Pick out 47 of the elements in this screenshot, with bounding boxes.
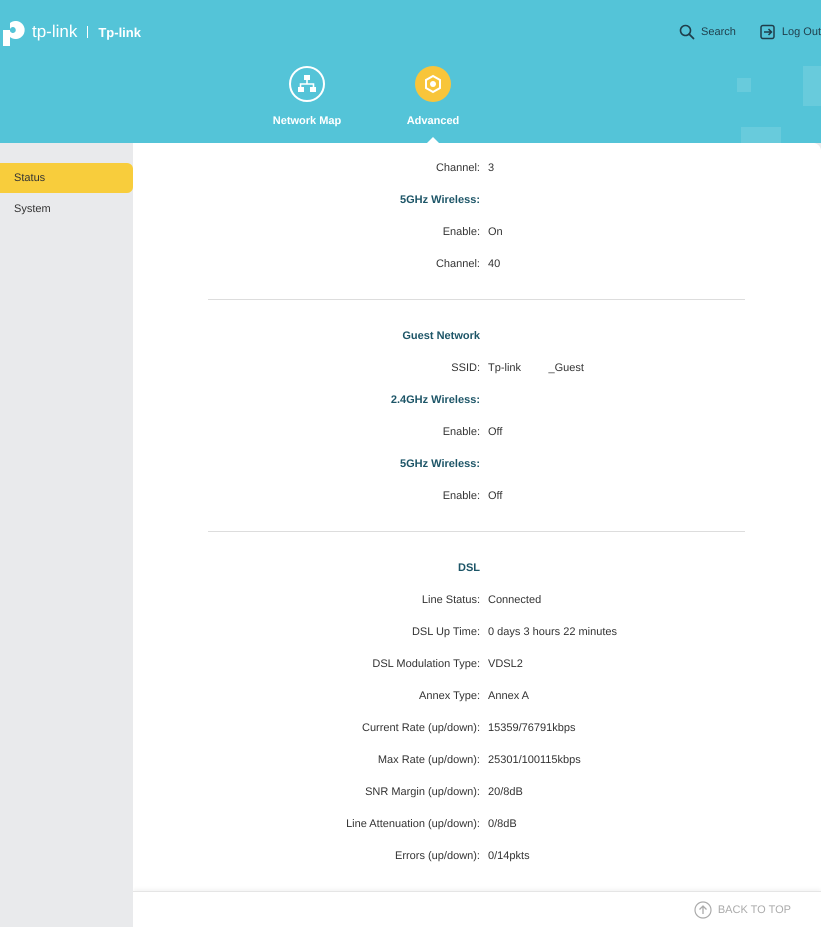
field-value: 15359/76791kbps <box>488 722 576 734</box>
field-label: Enable: <box>442 490 480 502</box>
search-icon <box>679 24 695 40</box>
section-heading: 5GHz Wireless: <box>399 194 480 206</box>
sidebar-item[interactable]: System <box>0 194 133 224</box>
field-value: 25301/100115kbps <box>488 754 581 766</box>
field-value: 20/8dB <box>488 786 523 798</box>
logo-icon <box>0 18 26 46</box>
field-label: Current Rate (up/down): <box>361 722 480 734</box>
field-label: Annex Type: <box>418 690 480 702</box>
background-tile <box>741 127 781 143</box>
field-value: VDSL2 <box>488 658 523 670</box>
field-label: Errors (up/down): <box>394 850 480 862</box>
field-value: Connected <box>488 594 542 606</box>
field-label: Line Attenuation (up/down): <box>345 818 480 830</box>
field-label: SSID: <box>450 362 480 374</box>
section-heading: 5GHz Wireless: <box>399 458 480 470</box>
field-label: Enable: <box>442 226 480 238</box>
gear-icon[interactable] <box>414 65 452 103</box>
section-heading: DSL <box>457 562 480 574</box>
field-label: Enable: <box>442 426 480 438</box>
field-value: Annex A <box>488 690 529 702</box>
field-value: 0/14pkts <box>488 850 530 862</box>
field-value: Tp-link _Guest <box>488 362 584 374</box>
sidebar-item[interactable]: Status <box>0 163 133 193</box>
field-value: 40 <box>488 258 500 270</box>
logout-icon <box>760 24 776 40</box>
field-label: Max Rate (up/down): <box>376 754 480 766</box>
device-name: Tp-link <box>98 24 141 40</box>
field-label: Line Status: <box>420 594 480 606</box>
field-label: Channel: <box>434 162 480 174</box>
field-value: Off <box>488 426 502 438</box>
logout-button[interactable]: Log Out <box>760 24 821 40</box>
field-value: Off <box>488 490 502 502</box>
field-value: 0 days 3 hours 22 minutes <box>488 626 618 638</box>
section-heading: Guest Network <box>401 330 480 342</box>
field-label: Channel: <box>434 258 480 270</box>
field-label: SNR Margin (up/down): <box>364 786 480 798</box>
field-value: 3 <box>488 162 494 174</box>
field-label: DSL Modulation Type: <box>371 658 480 670</box>
brand-name: tp-link <box>32 22 78 42</box>
network-map-icon[interactable] <box>288 65 326 103</box>
field-label: DSL Up Time: <box>410 626 480 638</box>
field-value: On <box>488 226 503 238</box>
field-value: 0/8dB <box>488 818 517 830</box>
section-heading: 2.4GHz Wireless: <box>390 394 480 406</box>
search-button[interactable]: Search <box>679 24 736 40</box>
